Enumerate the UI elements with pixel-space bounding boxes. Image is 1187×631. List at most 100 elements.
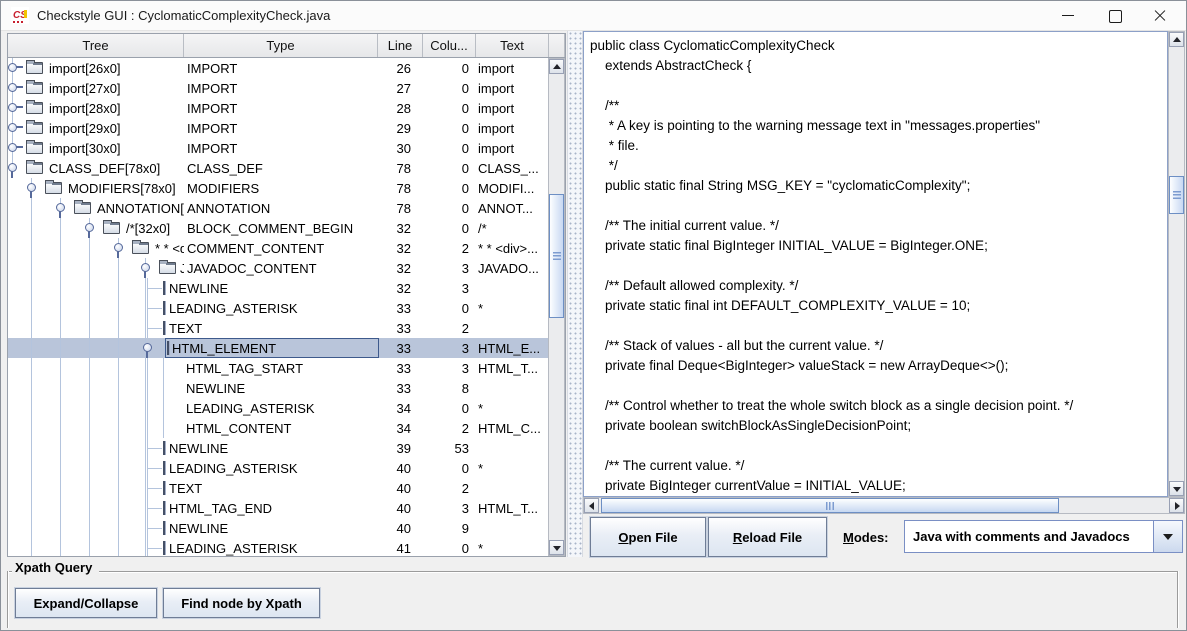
code-vertical-scrollbar[interactable] [1168,31,1185,497]
combobox-dropdown-button[interactable] [1153,521,1182,552]
tree-guide-line [145,438,146,458]
open-file-button[interactable]: Open File [590,517,706,557]
tree-table-row[interactable]: import[29x0]IMPORT290import [8,118,548,138]
folder-icon [26,82,43,94]
tree-guide-line [145,498,146,518]
scroll-up-button[interactable] [1169,32,1184,47]
tree-guide-line [31,278,32,298]
tree-cell: MODIFIERS[78x0] [8,178,184,198]
parse-mode-combobox[interactable]: Java with comments and Javadocs [904,520,1183,553]
scroll-up-button[interactable] [549,59,564,74]
tree-node-label: NEWLINE [169,281,228,296]
tree-table-row[interactable]: CLASS_DEF[78x0]CLASS_DEF780CLASS_... [8,158,548,178]
tree-guide-line [118,458,119,478]
scroll-down-button[interactable] [549,540,564,555]
text-cell: * [478,301,548,316]
tree-table-row[interactable]: NEWLINE338 [8,378,548,398]
titled-border-edge [7,571,8,628]
folder-icon [26,122,43,134]
tree-table-row[interactable]: LEADING_ASTERISK340* [8,398,548,418]
folder-icon [26,142,43,154]
tree-guide-line [118,518,119,538]
line-cell: 40 [378,481,411,496]
column-cell: 2 [423,321,469,336]
tree-guide-line [89,538,90,556]
tree-table-row[interactable]: import[26x0]IMPORT260import [8,58,548,78]
reload-file-button[interactable]: Reload File [708,517,827,557]
tree-connector-line [147,288,162,289]
tree-guide-line [118,278,119,298]
tree-connector-line [147,468,162,469]
find-node-by-xpath-button[interactable]: Find node by Xpath [163,588,320,618]
tree-table-row[interactable]: MODIFIERS[78x0]MODIFIERS780MODIFI... [8,178,548,198]
tree-table-row[interactable]: NEWLINE409 [8,518,548,538]
folder-icon [132,242,149,254]
column-header-tree[interactable]: Tree [8,34,184,57]
scroll-left-button[interactable] [584,498,599,513]
tree-table-row[interactable]: NEWLINE3953 [8,438,548,458]
column-cell: 9 [423,521,469,536]
tree-table-row[interactable]: import[28x0]IMPORT280import [8,98,548,118]
tree-guide-line [31,498,32,518]
tree-table-body: import[26x0]IMPORT260importimport[27x0]I… [8,58,565,556]
tree-node-label: import[26x0] [49,61,121,76]
text-cell: CLASS_... [478,161,548,176]
arrow-down-icon [1173,487,1181,492]
code-line: /** The current value. */ [590,456,1167,476]
tree-table-row[interactable]: * * <div>COMMENT_CONTENT322* * <div>... [8,238,548,258]
tree-vertical-scrollbar[interactable] [548,58,565,556]
code-line [590,316,1167,336]
tree-table-row[interactable]: LEADING_ASTERISK410* [8,538,548,556]
column-header-colu[interactable]: Colu... [423,34,476,57]
scroll-down-button[interactable] [1169,481,1184,496]
tree-table-row[interactable]: LEADING_ASTERISK330* [8,298,548,318]
close-button[interactable] [1137,0,1183,31]
titled-border-line [99,571,1178,572]
code-scrollbar-thumb[interactable] [1169,176,1184,214]
folder-icon [74,202,91,214]
tree-table-row[interactable]: TEXT332 [8,318,548,338]
minimize-button[interactable] [1045,0,1091,31]
tree-table-row[interactable]: /*[32x0]BLOCK_COMMENT_BEGIN320/* [8,218,548,238]
tree-guide-line [89,278,90,298]
tree-cell: CLASS_DEF[78x0] [8,158,184,178]
tree-table-row[interactable]: ANNOTATION[78x0]ANNOTATION780ANNOT... [8,198,548,218]
column-header-type[interactable]: Type [184,34,378,57]
tree-guide-line [145,378,146,398]
tree-table-row[interactable]: import[30x0]IMPORT300import [8,138,548,158]
source-code-textarea[interactable]: public class CyclomaticComplexityCheck e… [583,31,1168,497]
text-cell: import [478,141,548,156]
tree-table-row[interactable]: LEADING_ASTERISK400* [8,458,548,478]
tree-table-row[interactable]: HTML_ELEMENT333HTML_E... [8,338,548,358]
tree-table-row[interactable]: JAVADOC_CONTENTJAVADOC_CONTENT323JAVADO.… [8,258,548,278]
column-header-line[interactable]: Line [378,34,423,57]
tree-scrollbar-thumb[interactable] [549,194,564,318]
line-cell: 32 [378,221,411,236]
collapse-handle-icon[interactable] [143,343,152,352]
code-scrollbar-thumb[interactable] [601,498,1059,513]
line-cell: 29 [378,121,411,136]
tree-guide-line [89,518,90,538]
code-line: private static final int DEFAULT_COMPLEX… [590,296,1167,316]
ast-tree-table-panel: TreeTypeLineColu...Text import[26x0]IMPO… [7,33,566,557]
split-pane-divider[interactable] [567,31,583,557]
tree-node-label: * * <div> [155,241,184,256]
tree-table-row[interactable]: HTML_TAG_END403HTML_T... [8,498,548,518]
tree-node-label: LEADING_ASTERISK [169,461,298,476]
tree-cell: /*[32x0] [8,218,184,238]
line-cell: 34 [378,421,411,436]
line-cell: 40 [378,521,411,536]
tree-table-row[interactable]: HTML_CONTENT342HTML_C... [8,418,548,438]
tree-table-row[interactable]: HTML_TAG_START333HTML_T... [8,358,548,378]
tree-guide-line [118,418,119,438]
tree-table-row[interactable]: import[27x0]IMPORT270import [8,78,548,98]
column-cell: 0 [423,221,469,236]
column-header-text[interactable]: Text [476,34,549,57]
scroll-right-button[interactable] [1169,498,1184,513]
maximize-button[interactable] [1091,0,1137,31]
tree-table-row[interactable]: NEWLINE323 [8,278,548,298]
code-horizontal-scrollbar[interactable] [583,497,1185,514]
tree-table-row[interactable]: TEXT402 [8,478,548,498]
tree-guide-line [145,298,146,318]
expand-collapse-button[interactable]: Expand/Collapse [15,588,157,618]
